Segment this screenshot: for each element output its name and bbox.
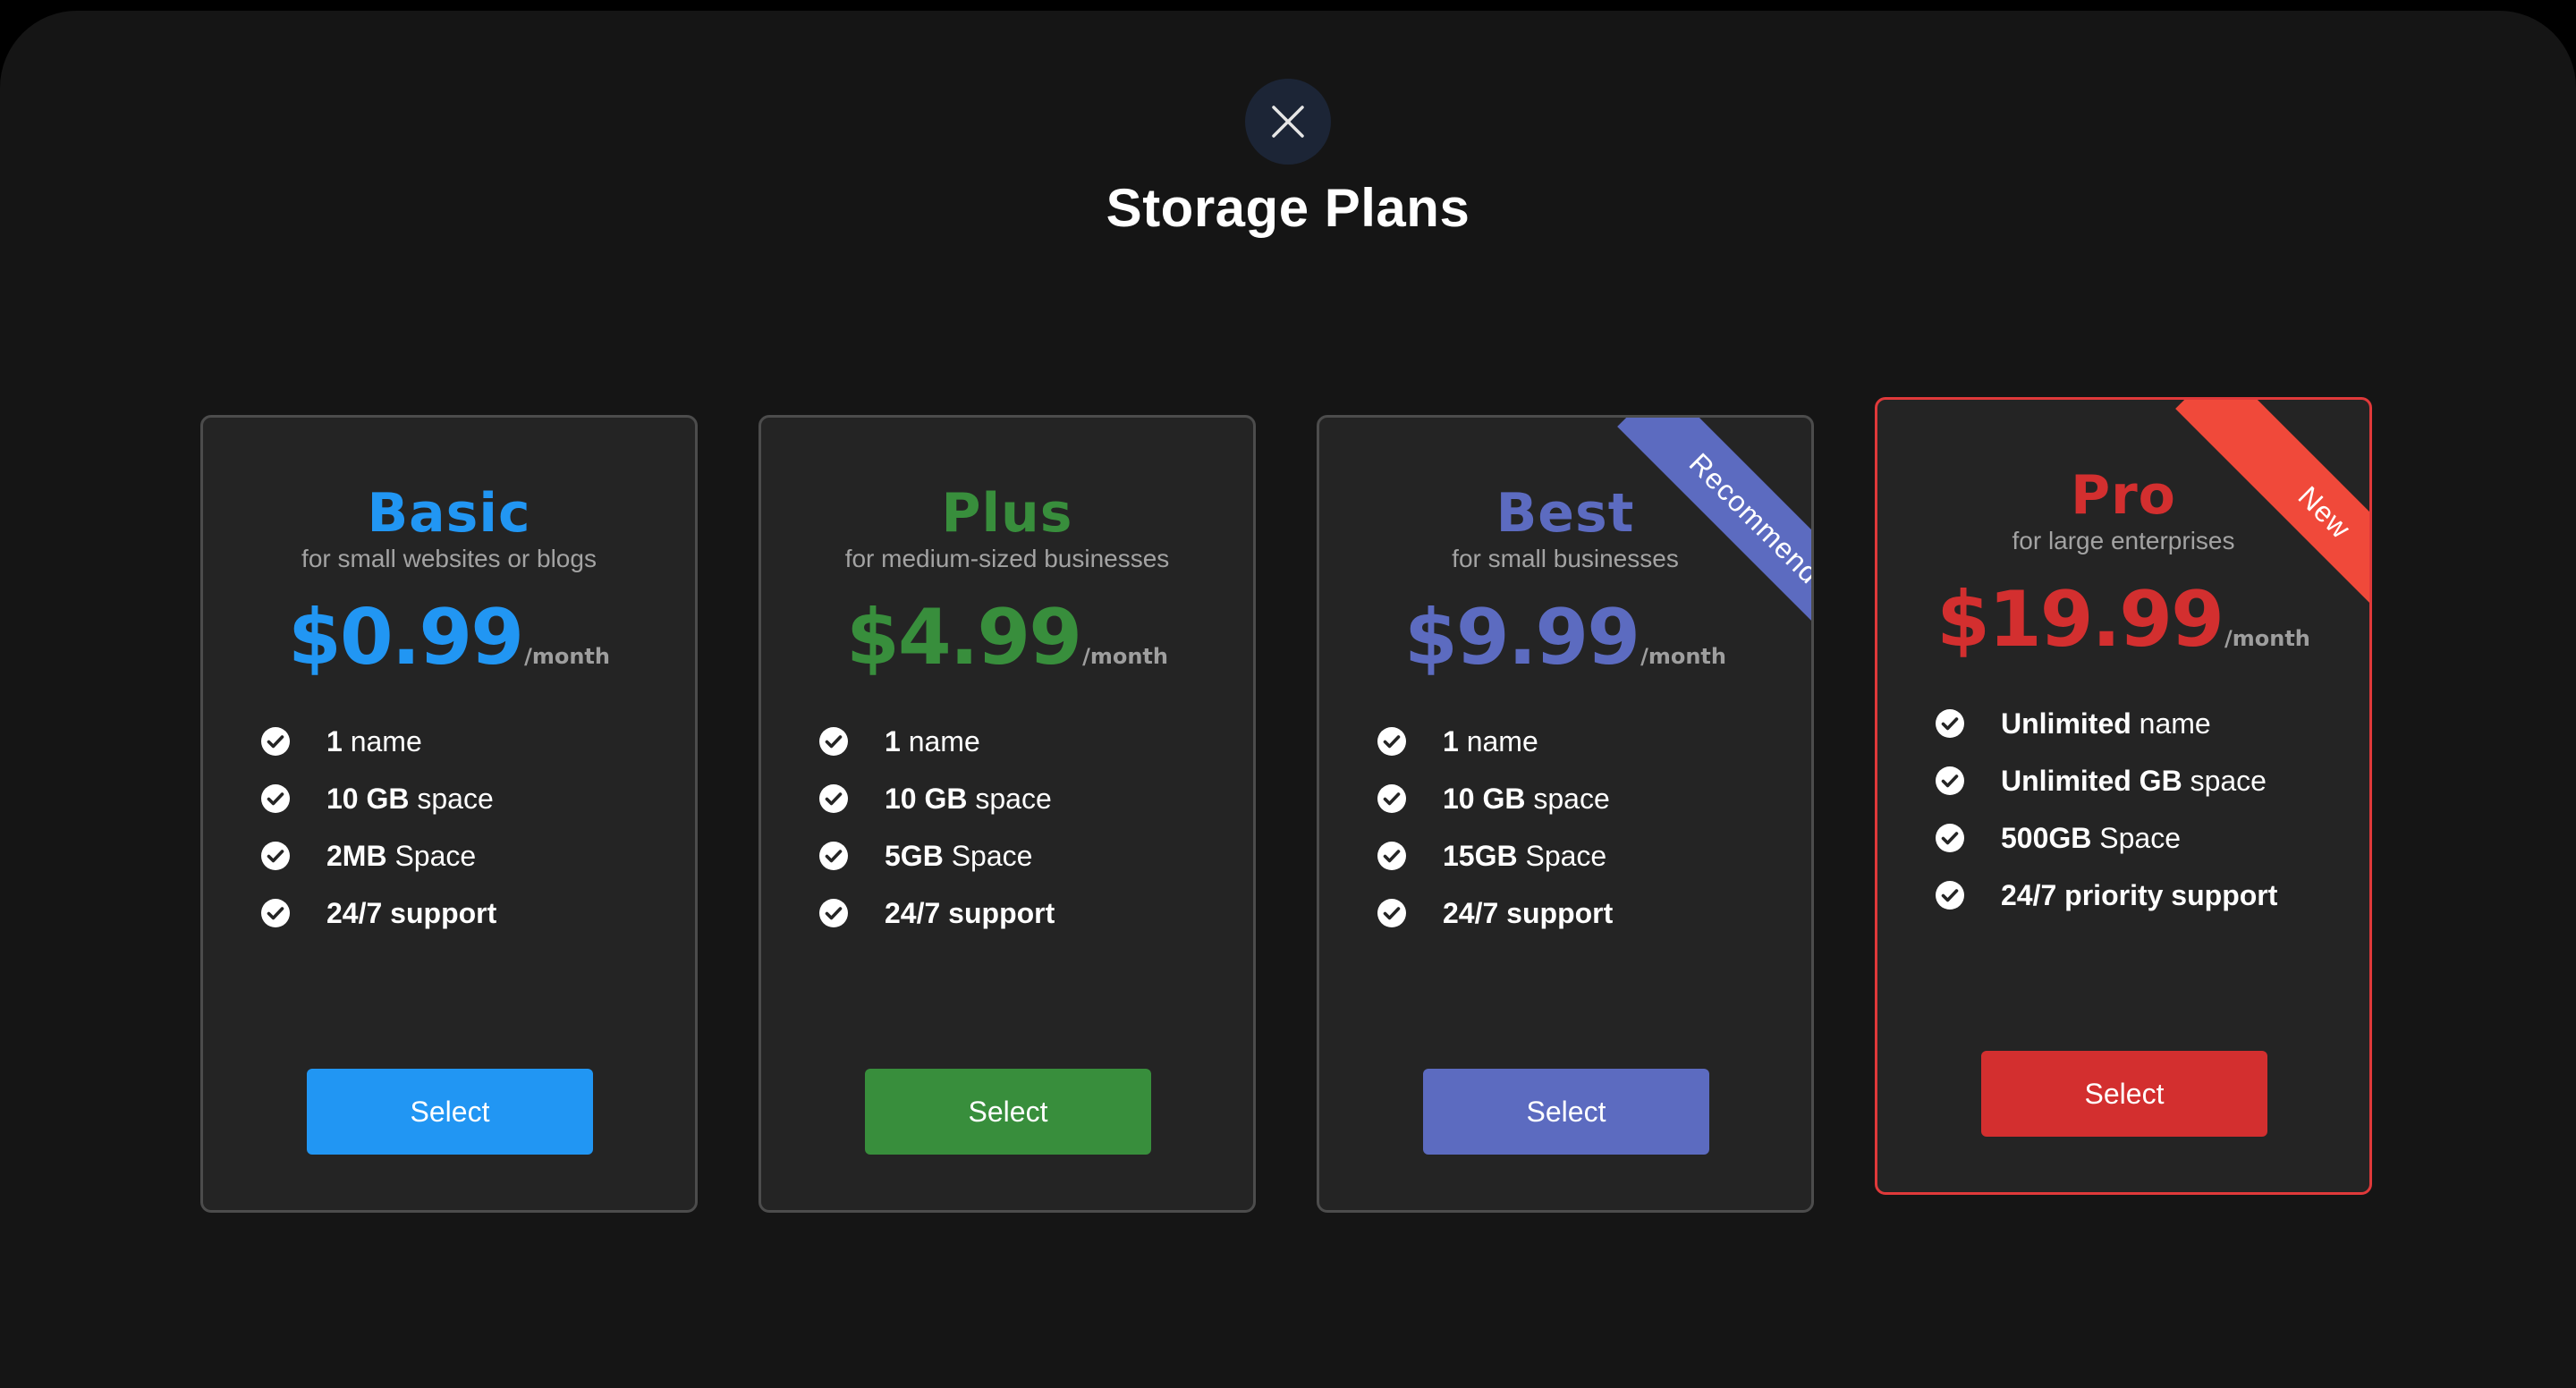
feature-item: 10 GB space: [818, 770, 1055, 827]
price-period: /month: [1082, 644, 1168, 669]
feature-item: 1 name: [260, 713, 496, 770]
feature-bold: 5GB: [885, 839, 944, 872]
check-circle-icon: [819, 784, 848, 813]
feature-bold: 10 GB: [326, 782, 410, 815]
feature-bold: 24/7 support: [326, 896, 497, 929]
plan-name: Best: [1496, 482, 1635, 545]
check-circle-icon: [819, 727, 848, 756]
feature-item: 15GB Space: [1377, 827, 1613, 884]
feature-text: name: [1458, 724, 1538, 757]
close-button[interactable]: [1245, 79, 1331, 165]
check-circle-icon: [261, 899, 290, 927]
feature-item: Unlimited GB space: [1935, 752, 2277, 809]
feature-text: Space: [2091, 821, 2182, 854]
feature-text: space: [2182, 764, 2267, 797]
feature-item: 2MB Space: [260, 827, 496, 884]
check-circle-icon: [261, 784, 290, 813]
feature-text: space: [967, 782, 1052, 815]
feature-list: Unlimited name Unlimited GB space 500GB …: [1935, 695, 2277, 924]
feature-text: Space: [1517, 839, 1607, 872]
check-circle-icon: [1377, 842, 1406, 870]
storage-plans-modal: Storage Plans Basic for small websites o…: [0, 11, 2576, 1388]
check-circle-icon: [1377, 727, 1406, 756]
feature-item: 10 GB space: [260, 770, 496, 827]
feature-item: 24/7 support: [1377, 884, 1613, 942]
feature-item: 5GB Space: [818, 827, 1055, 884]
check-circle-icon: [819, 842, 848, 870]
feature-bold: 1: [326, 724, 343, 757]
feature-item: Unlimited name: [1935, 695, 2277, 752]
feature-item: 1 name: [1377, 713, 1613, 770]
feature-text: name: [900, 724, 980, 757]
feature-bold: 1: [885, 724, 901, 757]
select-pro-button[interactable]: Select: [1981, 1051, 2267, 1137]
plan-description: for medium-sized businesses: [844, 545, 1170, 572]
feature-item: 500GB Space: [1935, 809, 2277, 867]
feature-list: 1 name 10 GB space 2MB Space 24/7 suppor…: [260, 713, 496, 942]
plan-description: for small websites or blogs: [301, 545, 597, 572]
plan-card-best: Recommended Best for small businesses $9…: [1317, 415, 1814, 1213]
feature-item: 10 GB space: [1377, 770, 1613, 827]
check-circle-icon: [1936, 766, 1964, 795]
plan-description: for small businesses: [1452, 545, 1679, 572]
price-row: $0.99 /month: [203, 593, 695, 682]
feature-text: name: [342, 724, 422, 757]
plan-name: Basic: [367, 482, 531, 545]
price-row: $9.99 /month: [1319, 593, 1811, 682]
plan-card-basic: Basic for small websites or blogs $0.99 …: [200, 415, 698, 1213]
feature-item: 24/7 support: [260, 884, 496, 942]
feature-bold: 2MB: [326, 839, 387, 872]
price-period: /month: [524, 644, 610, 669]
select-basic-button[interactable]: Select: [307, 1069, 593, 1155]
select-best-button[interactable]: Select: [1423, 1069, 1709, 1155]
check-circle-icon: [819, 899, 848, 927]
feature-bold: 24/7 priority support: [2001, 878, 2278, 911]
feature-text: space: [409, 782, 494, 815]
feature-bold: 10 GB: [1443, 782, 1526, 815]
close-icon: [1272, 106, 1304, 138]
plan-price: $0.99: [288, 593, 524, 682]
plan-description: for large enterprises: [2012, 527, 2235, 554]
feature-list: 1 name 10 GB space 15GB Space 24/7 suppo…: [1377, 713, 1613, 942]
feature-item: 24/7 support: [818, 884, 1055, 942]
price-period: /month: [1640, 644, 1726, 669]
check-circle-icon: [1936, 709, 1964, 738]
plan-name: Plus: [941, 482, 1073, 545]
feature-bold: 500GB: [2001, 821, 2092, 854]
feature-text: name: [2131, 707, 2211, 740]
feature-item: 24/7 priority support: [1935, 867, 2277, 924]
feature-bold: Unlimited: [2001, 707, 2131, 740]
price-period: /month: [2224, 626, 2310, 651]
plan-price: $19.99: [1936, 575, 2224, 664]
check-circle-icon: [1377, 899, 1406, 927]
select-plus-button[interactable]: Select: [865, 1069, 1151, 1155]
feature-bold: Unlimited GB: [2001, 764, 2182, 797]
feature-text: Space: [943, 839, 1033, 872]
plan-price: $4.99: [846, 593, 1082, 682]
plan-card-plus: Plus for medium-sized businesses $4.99 /…: [758, 415, 1256, 1213]
feature-bold: 10 GB: [885, 782, 968, 815]
feature-bold: 24/7 support: [885, 896, 1055, 929]
check-circle-icon: [1936, 881, 1964, 910]
feature-bold: 15GB: [1443, 839, 1518, 872]
plan-price: $9.99: [1404, 593, 1640, 682]
feature-text: Space: [386, 839, 477, 872]
check-circle-icon: [261, 727, 290, 756]
feature-bold: 1: [1443, 724, 1459, 757]
check-circle-icon: [1936, 824, 1964, 852]
feature-item: 1 name: [818, 713, 1055, 770]
page-title: Storage Plans: [1106, 178, 1470, 238]
price-row: $4.99 /month: [761, 593, 1253, 682]
feature-bold: 24/7 support: [1443, 896, 1614, 929]
feature-text: space: [1525, 782, 1610, 815]
plan-card-pro: New Pro for large enterprises $19.99 /mo…: [1875, 397, 2372, 1195]
check-circle-icon: [261, 842, 290, 870]
check-circle-icon: [1377, 784, 1406, 813]
price-row: $19.99 /month: [1877, 575, 2369, 664]
plan-name: Pro: [2071, 464, 2176, 527]
feature-list: 1 name 10 GB space 5GB Space 24/7 suppor…: [818, 713, 1055, 942]
